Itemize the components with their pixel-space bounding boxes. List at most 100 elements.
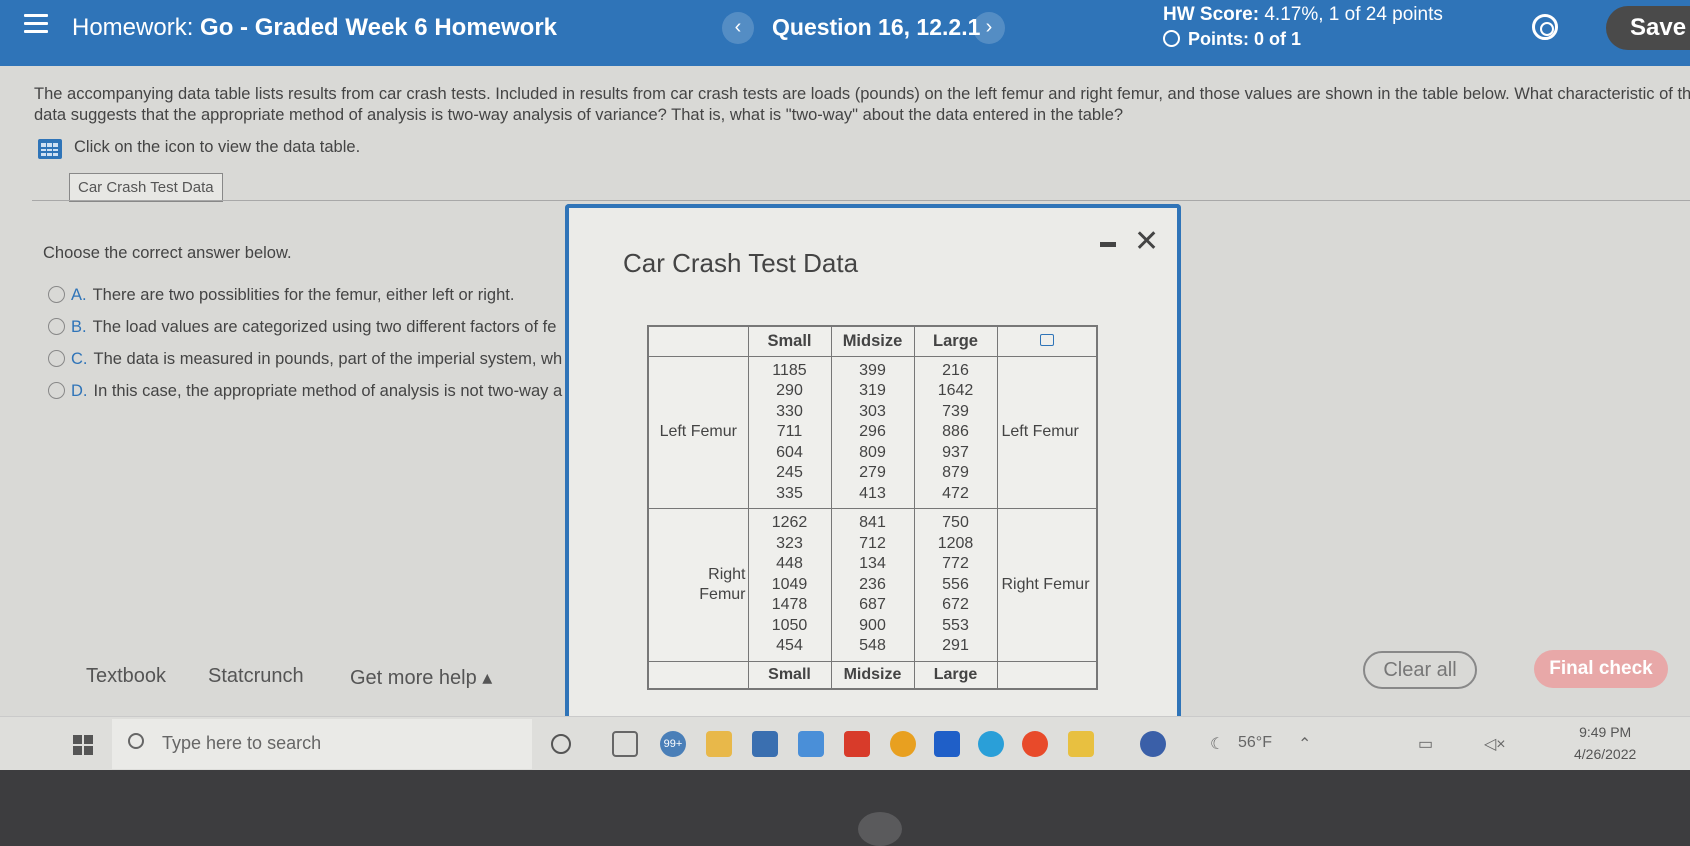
modal-title: Car Crash Test Data (623, 248, 859, 278)
table-row: Right Femur 1262 323 448 1049 1478 1050 … (647, 508, 1098, 662)
choice-text: The data is measured in pounds, part of … (93, 350, 563, 368)
homework-prefix: Homework: (72, 14, 194, 41)
choice-letter: B. (71, 318, 87, 336)
taskbar-search-input[interactable]: Type here to search (112, 719, 532, 769)
data-table-modal: Car Crash Test Data ✕ Small Midsize Larg… (565, 204, 1181, 724)
choice-text: In this case, the appropriate method of … (93, 382, 563, 400)
clock-date: 4/26/2022 (1574, 746, 1637, 762)
points-status: Points: 0 of 1 (1163, 29, 1301, 50)
store-icon[interactable] (752, 731, 778, 757)
choice-text: There are two possiblities for the femur… (92, 286, 515, 304)
points-circle-icon (1163, 30, 1180, 47)
footer-corner-cell (647, 660, 749, 690)
side-label-right-femur: Right Femur (996, 508, 1098, 662)
statcrunch-link[interactable]: Statcrunch (208, 665, 304, 688)
row-label-right-femur: Right Femur (647, 508, 749, 662)
column-header-large: Large (913, 325, 998, 357)
task-view-icon[interactable] (612, 731, 638, 757)
clock-time: 9:49 PM (1579, 724, 1632, 740)
cell-right-midsize: 841 712 134 236 687 900 548 (830, 508, 915, 662)
help-icon[interactable] (1140, 731, 1166, 757)
points-text: Points: 0 of 1 (1188, 29, 1302, 49)
cell-left-large: 216 1642 739 886 937 879 472 (913, 355, 998, 509)
clear-all-button[interactable]: Clear all (1363, 651, 1477, 689)
cell-right-small: 1262 323 448 1049 1478 1050 454 (747, 508, 832, 662)
top-bar: Homework: Go - Graded Week 6 Homework ‹ … (0, 0, 1690, 66)
hw-score-label: HW Score: (1163, 4, 1260, 25)
windows-taskbar: Type here to search 99+ ☾ 56°F ⌃ ▭ ◁× 9:… (0, 716, 1690, 770)
choose-prompt: Choose the correct answer below. (43, 244, 292, 262)
table-row: Left Femur 1185 290 330 711 604 245 335 … (647, 355, 1098, 509)
cell-left-small: 1185 290 330 711 604 245 335 (747, 355, 832, 509)
choice-letter: D. (71, 382, 88, 400)
temperature: 56°F (1238, 734, 1272, 751)
chrome-icon[interactable] (890, 731, 916, 757)
question-label: Question 16, 12.2.1 (772, 14, 981, 40)
choice-letter: A. (71, 286, 87, 304)
car-crash-data-table: Small Midsize Large Left Femur 1185 290 … (647, 325, 1098, 690)
edge-icon[interactable] (978, 731, 1004, 757)
pinned-app-icon[interactable] (1068, 731, 1094, 757)
footer-side-cell (996, 660, 1098, 690)
office-icon[interactable] (844, 731, 870, 757)
speaker-muted-icon[interactable]: ◁× (1484, 734, 1506, 754)
choice-c[interactable]: C. The data is measured in pounds, part o… (48, 350, 568, 369)
column-header-midsize: Midsize (830, 325, 915, 357)
settings-gear-icon[interactable] (1532, 14, 1558, 40)
copy-cell (996, 325, 1098, 357)
cell-left-midsize: 399 319 303 296 809 279 413 (830, 355, 915, 509)
choice-text: The load values are categorized using tw… (92, 318, 557, 336)
radio-b[interactable] (48, 318, 65, 335)
windows-start-icon[interactable] (73, 735, 93, 755)
search-icon (128, 733, 144, 749)
footer-midsize: Midsize (830, 660, 915, 690)
get-more-help-link[interactable]: Get more help ▴ (350, 665, 492, 690)
tray-chevron-icon[interactable]: ⌃ (1298, 734, 1311, 754)
statcrunch-app-icon[interactable] (934, 731, 960, 757)
mail-badge-icon[interactable]: 99+ (660, 731, 686, 757)
file-explorer-icon[interactable] (706, 731, 732, 757)
minimize-icon[interactable] (1100, 242, 1116, 247)
table-header-row: Small Midsize Large (647, 325, 1098, 357)
data-table-icon[interactable] (38, 139, 62, 159)
icon-prompt: Click on the icon to view the data table… (74, 138, 361, 156)
previous-question-button[interactable]: ‹ (722, 12, 754, 44)
radio-d[interactable] (48, 382, 65, 399)
taskbar-clock[interactable]: 9:49 PM 4/26/2022 (1574, 721, 1636, 765)
row-label-left-femur: Left Femur (647, 355, 749, 509)
hw-score-value: 4.17%, 1 of 24 points (1264, 4, 1443, 25)
textbook-link[interactable]: Textbook (86, 665, 166, 688)
dropbox-icon[interactable] (798, 731, 824, 757)
hp-logo (858, 812, 902, 846)
app-icon[interactable] (1022, 731, 1048, 757)
divider (32, 200, 1690, 201)
save-button[interactable]: Save (1606, 6, 1690, 50)
radio-a[interactable] (48, 286, 65, 303)
footer-small: Small (747, 660, 832, 690)
copy-icon[interactable] (1039, 333, 1054, 346)
close-icon[interactable]: ✕ (1134, 224, 1159, 259)
next-question-button[interactable]: › (973, 12, 1005, 44)
hw-score: HW Score: 4.17%, 1 of 24 points (1163, 4, 1443, 26)
choice-d[interactable]: D. In this case, the appropriate method o… (48, 382, 568, 401)
cortana-icon[interactable] (551, 734, 571, 754)
choice-b[interactable]: B. The load values are categorized using … (48, 318, 568, 337)
side-label-left-femur: Left Femur (996, 355, 1098, 509)
homework-name: Go - Graded Week 6 Homework (200, 14, 558, 41)
data-table-tooltip: Car Crash Test Data (69, 173, 223, 202)
column-header-small: Small (747, 325, 832, 357)
browser-viewport: Homework: Go - Graded Week 6 Homework ‹ … (0, 0, 1690, 770)
weather-moon-icon: ☾ (1210, 736, 1225, 753)
question-text: The accompanying data table lists result… (34, 85, 1690, 124)
search-placeholder: Type here to search (162, 733, 322, 753)
corner-cell (647, 325, 749, 357)
menu-icon[interactable] (24, 14, 48, 34)
table-footer-row: Small Midsize Large (647, 660, 1098, 690)
radio-c[interactable] (48, 350, 65, 367)
footer-large: Large (913, 660, 998, 690)
choice-letter: C. (71, 350, 88, 368)
homework-title: Homework: Go - Graded Week 6 Homework (72, 14, 557, 42)
final-check-button[interactable]: Final check (1534, 650, 1668, 688)
battery-icon[interactable]: ▭ (1418, 734, 1433, 754)
choice-a[interactable]: A. There are two possiblities for the fem… (48, 286, 568, 305)
